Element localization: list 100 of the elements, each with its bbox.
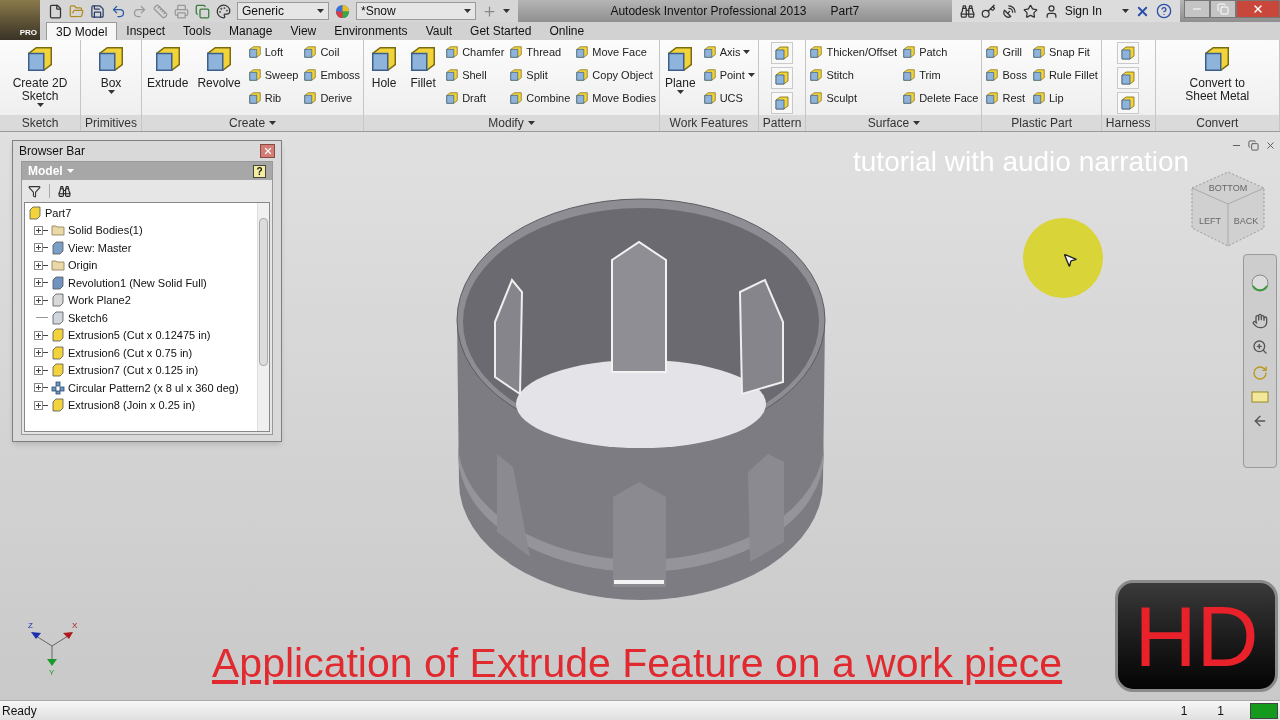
tree-item[interactable]: Extrusion8 (Join x 0.25 in) (68, 397, 196, 414)
ribbon-tool-button[interactable]: Point (702, 65, 755, 85)
ribbon-tool-button[interactable]: Patch (902, 42, 979, 62)
color-wheel-icon[interactable] (335, 3, 350, 19)
ribbon-tool-button[interactable]: Delete Face (902, 88, 979, 108)
ribbon-tool-button[interactable]: Plane (662, 42, 698, 94)
hand-icon[interactable] (1252, 313, 1268, 329)
ribbon-tool-button[interactable]: Convert to Sheet Metal (1180, 42, 1255, 103)
ribbon-tool-button[interactable]: Rest (985, 88, 1027, 108)
ribbon-tool-button[interactable]: Thread (509, 42, 571, 62)
ribbon-tab[interactable]: Vault (416, 22, 462, 40)
ribbon-tool-button[interactable] (771, 67, 794, 89)
ribbon-tab[interactable]: View (281, 22, 326, 40)
tree-item[interactable]: Extrusion7 (Cut x 0.125 in) (68, 362, 199, 379)
close-button[interactable] (260, 144, 275, 158)
save-icon[interactable] (90, 3, 105, 19)
ribbon-tool-button[interactable]: Split (509, 65, 571, 85)
ribbon-tool-button[interactable]: Create 2D Sketch (3, 42, 77, 107)
palette-icon[interactable] (216, 3, 231, 19)
ribbon-tool-button[interactable]: Draft (445, 88, 505, 108)
ribbon-tool-button[interactable]: Move Bodies (575, 88, 656, 108)
ribbon-tab[interactable]: Environments (325, 22, 417, 40)
steering-wheel-icon[interactable] (1250, 273, 1270, 293)
ribbon-tool-button[interactable] (771, 92, 794, 114)
expand-icon[interactable] (34, 295, 48, 305)
satellite-dish-icon[interactable] (1001, 3, 1017, 19)
ribbon-tool-button[interactable] (1117, 92, 1140, 114)
minimize-button[interactable] (1184, 0, 1210, 18)
expand-icon[interactable] (34, 278, 48, 288)
ribbon-tool-button[interactable]: Grill (985, 42, 1027, 62)
ribbon-tool-button[interactable] (1117, 42, 1140, 64)
ribbon-tool-button[interactable]: Lip (1031, 88, 1098, 108)
new-file-icon[interactable] (48, 3, 63, 19)
expand-icon[interactable] (34, 400, 48, 410)
plus-icon[interactable] (482, 3, 497, 19)
ribbon-tool-button[interactable]: Axis (702, 42, 755, 62)
tree-item[interactable]: Work Plane2 (68, 292, 131, 309)
ribbon-tool-button[interactable]: Combine (509, 88, 571, 108)
material-dropdown[interactable]: Generic (237, 2, 329, 20)
ribbon-tab[interactable]: Inspect (117, 22, 175, 40)
ribbon-tool-button[interactable]: Shell (445, 65, 505, 85)
help-button[interactable]: ? (253, 164, 266, 178)
ribbon-tool-button[interactable]: Thicken/Offset (809, 42, 898, 62)
tree-item[interactable]: Sketch6 (68, 309, 108, 326)
expand-icon[interactable] (34, 243, 48, 253)
ribbon-tool-button[interactable] (771, 42, 794, 64)
ribbon-tool-button[interactable]: Snap Fit (1031, 42, 1098, 62)
ribbon-tool-button[interactable]: Box (94, 42, 128, 94)
tree-item[interactable]: Origin (68, 257, 98, 274)
tree-item[interactable]: Extrusion5 (Cut x 0.12475 in) (68, 327, 211, 344)
ribbon-tool-button[interactable] (1117, 67, 1140, 89)
scrollbar[interactable] (257, 203, 269, 431)
expand-icon[interactable] (34, 330, 48, 340)
ribbon-tool-button[interactable]: Copy Object (575, 65, 656, 85)
ribbon-tool-button[interactable]: UCS (702, 88, 755, 108)
ribbon-tool-button[interactable]: Emboss (303, 65, 361, 85)
expand-icon[interactable] (34, 365, 48, 375)
ribbon-tool-button[interactable]: Loft (247, 42, 299, 62)
ribbon-tool-button[interactable]: Trim (902, 65, 979, 85)
binoculars-icon[interactable] (58, 184, 71, 198)
restore-icon[interactable] (1248, 140, 1259, 151)
tree-item[interactable]: Extrusion6 (Cut x 0.75 in) (68, 344, 193, 361)
ribbon-tool-button[interactable]: Extrude (145, 42, 191, 90)
binoculars-icon[interactable] (959, 3, 975, 19)
appearance-dropdown[interactable]: *Snow (356, 2, 476, 20)
ribbon-tool-button[interactable]: Fillet (406, 42, 441, 90)
restore-button[interactable] (1210, 0, 1236, 18)
zoom-icon[interactable] (1252, 339, 1268, 355)
tree-item[interactable]: View: Master (68, 239, 132, 256)
expand-icon[interactable] (34, 225, 48, 235)
ribbon-tool-button[interactable]: Derive (303, 88, 361, 108)
ribbon-tab[interactable]: Manage (220, 22, 282, 40)
help-icon[interactable] (1156, 3, 1172, 19)
arrow-icon[interactable] (1252, 413, 1268, 429)
ribbon-tool-button[interactable]: Hole (367, 42, 402, 90)
tree-item[interactable]: Revolution1 (New Solid Full) (68, 274, 207, 291)
expand-icon[interactable] (34, 348, 48, 358)
ribbon-tool-button[interactable]: Chamfer (445, 42, 505, 62)
ribbon-tab[interactable]: Get Started (461, 22, 541, 40)
ribbon-tab[interactable]: 3D Model (46, 22, 118, 40)
expand-icon[interactable] (34, 383, 48, 393)
ribbon-tool-button[interactable]: Move Face (575, 42, 656, 62)
key-icon[interactable] (980, 3, 996, 19)
tree-item[interactable]: Circular Pattern2 (x 8 ul x 360 deg) (68, 379, 239, 396)
ribbon-tool-button[interactable]: Stitch (809, 65, 898, 85)
application-menu-button[interactable]: PRO (0, 0, 40, 40)
ribbon-tool-button[interactable]: Sculpt (809, 88, 898, 108)
filter-icon[interactable] (28, 184, 41, 198)
ribbon-tool-button[interactable]: Boss (985, 65, 1027, 85)
close-icon[interactable] (1265, 140, 1276, 151)
tree-item[interactable]: Part7 (45, 204, 72, 221)
ribbon-tool-button[interactable]: Coil (303, 42, 361, 62)
ribbon-tool-button[interactable]: Revolve (195, 42, 243, 90)
ribbon-tab[interactable]: Tools (174, 22, 221, 40)
ribbon-tool-button[interactable]: Rib (247, 88, 299, 108)
ribbon-tab[interactable]: Online (540, 22, 594, 40)
expand-icon[interactable] (34, 260, 48, 270)
undo-icon[interactable] (111, 3, 126, 19)
ribbon-tool-button[interactable]: Sweep (247, 65, 299, 85)
user-icon[interactable] (1043, 3, 1059, 19)
